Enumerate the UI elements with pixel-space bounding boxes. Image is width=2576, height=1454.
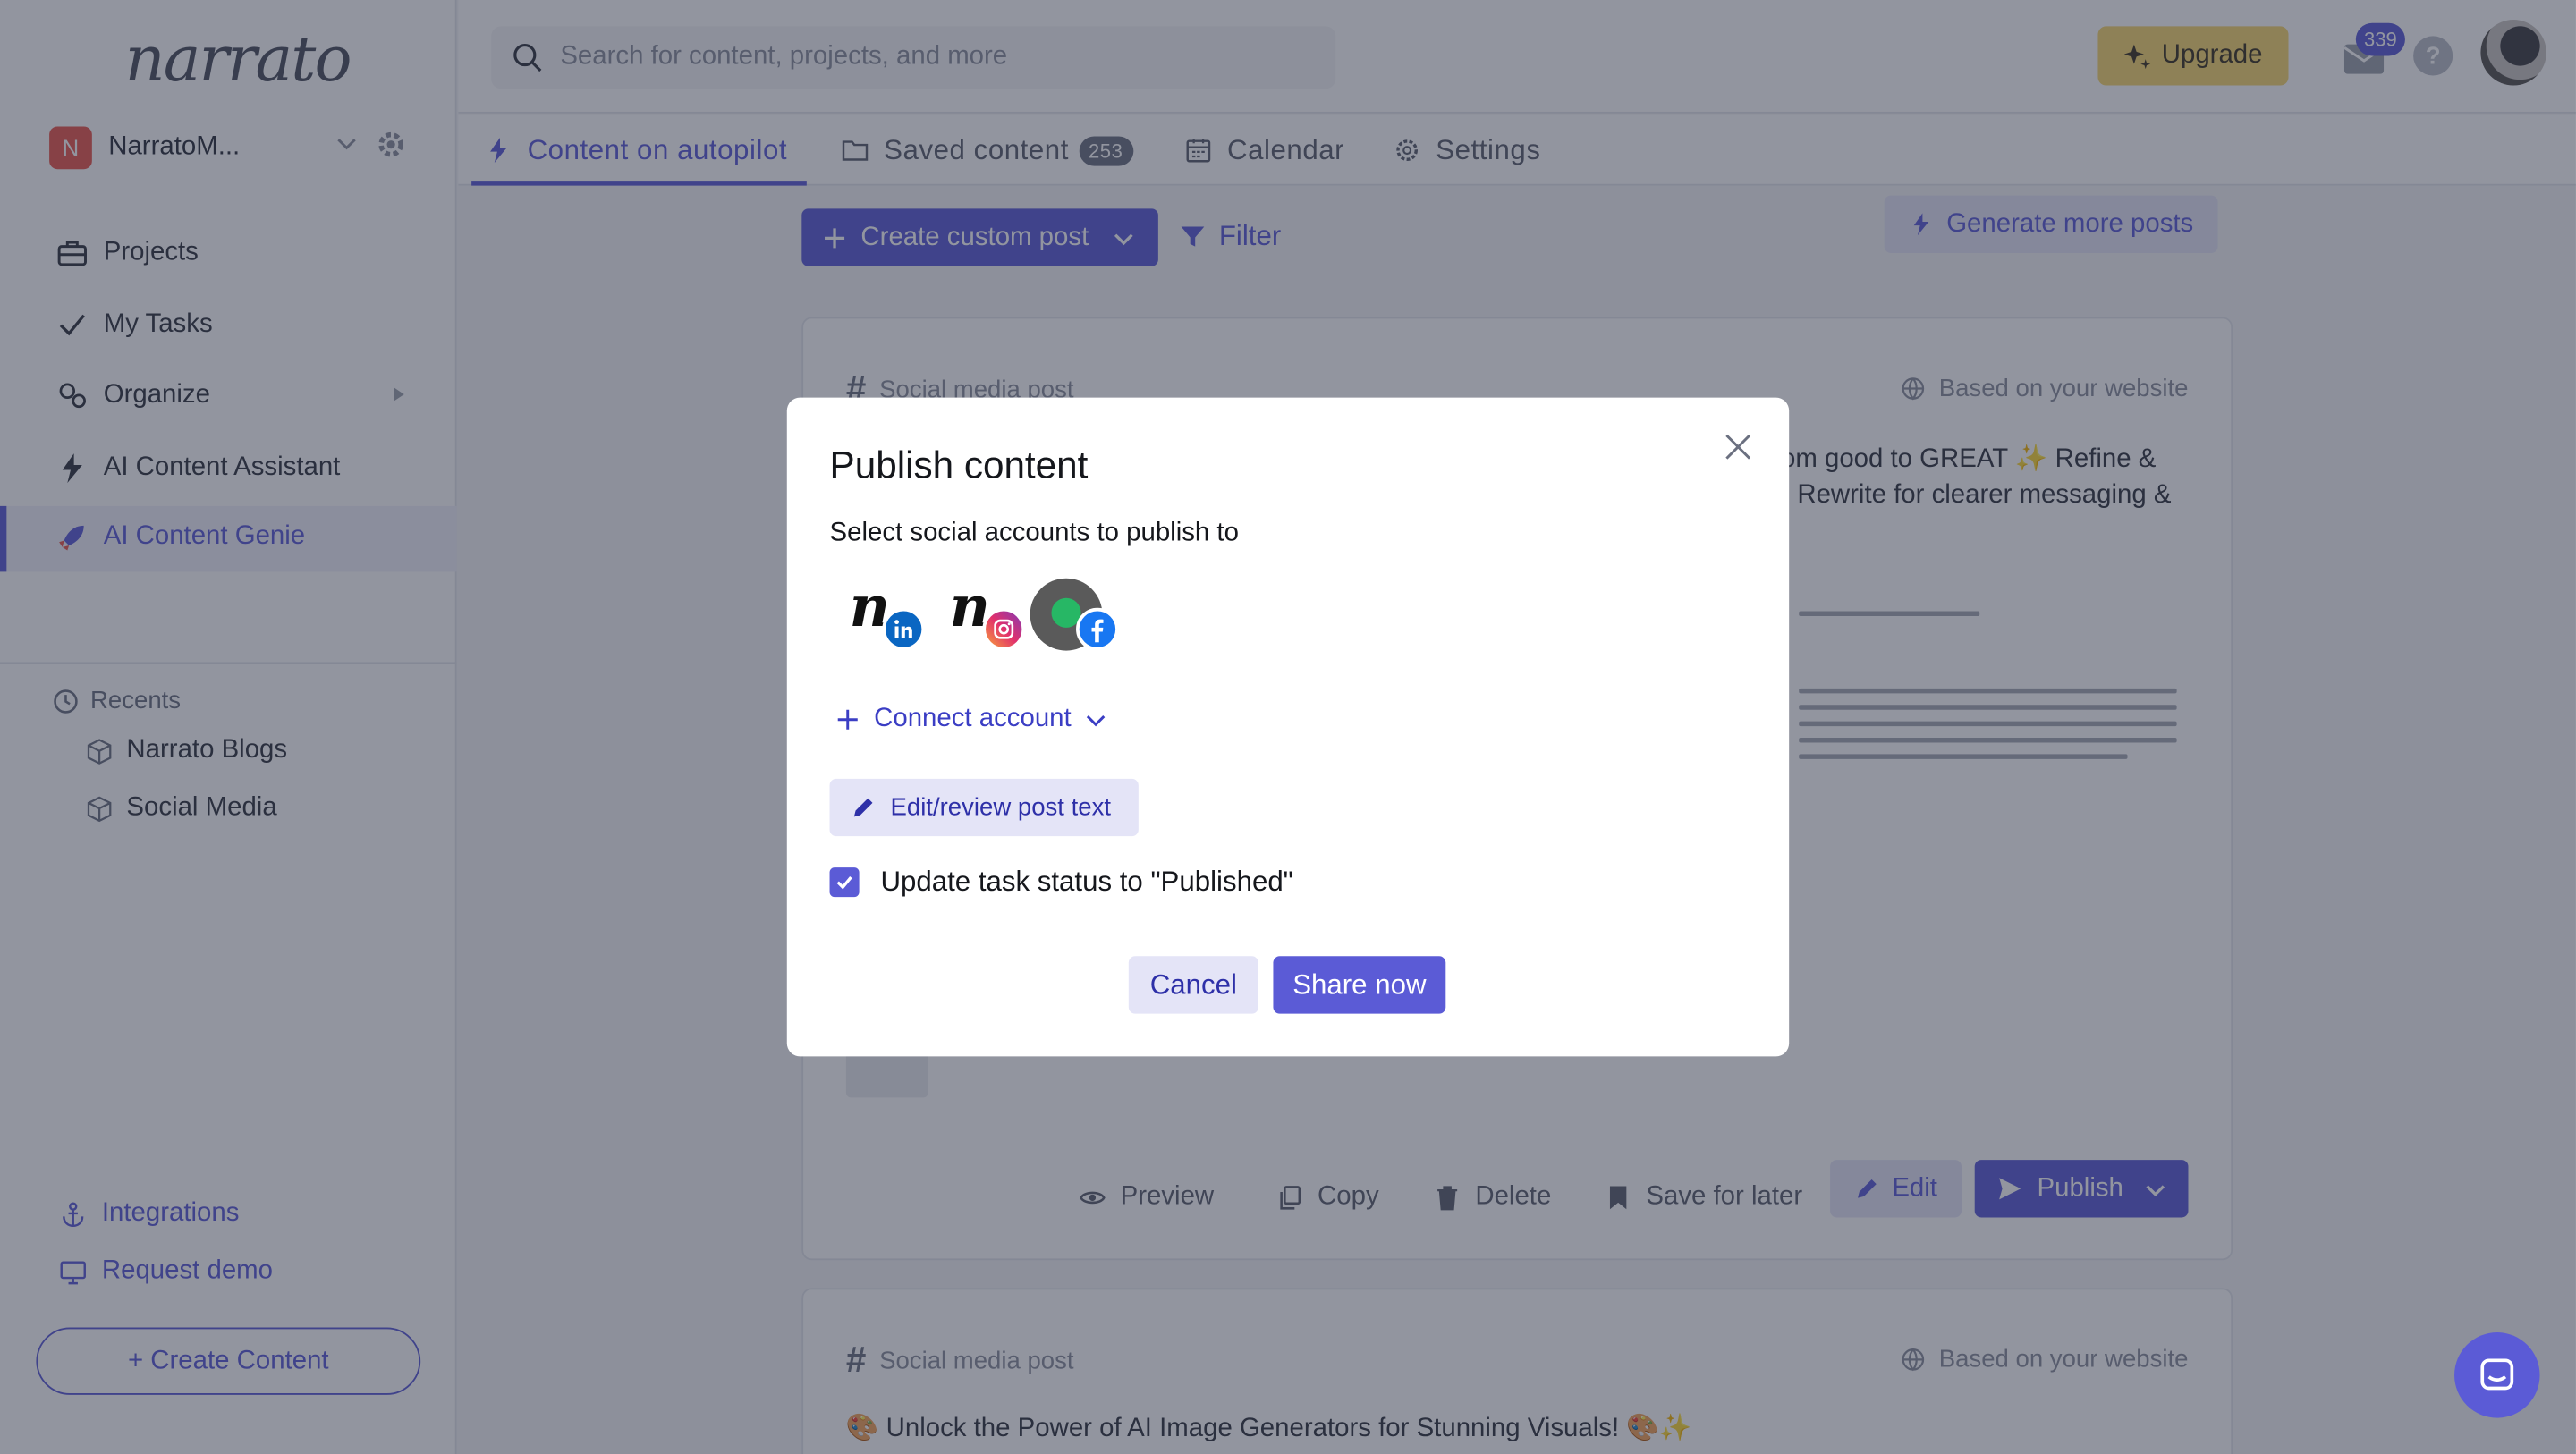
- plus-icon: [837, 709, 858, 730]
- close-icon[interactable]: [1722, 430, 1755, 463]
- account-linkedin[interactable]: n: [836, 575, 926, 655]
- app-root: narrato N NarratoM... Projects My Tasks …: [0, 0, 2576, 1454]
- cancel-button[interactable]: Cancel: [1128, 956, 1258, 1014]
- publish-content-modal: Publish content Select social accounts t…: [786, 397, 1790, 1057]
- chat-support-button[interactable]: [2454, 1332, 2540, 1418]
- edit-review-label: Edit/review post text: [890, 793, 1112, 822]
- checkmark-icon: [836, 876, 852, 890]
- chat-icon: [2480, 1358, 2514, 1391]
- account-instagram[interactable]: n: [936, 575, 1026, 655]
- connect-account-label: Connect account: [874, 705, 1072, 733]
- edit-review-post-text-button[interactable]: Edit/review post text: [829, 778, 1139, 837]
- facebook-icon: [1076, 607, 1119, 651]
- chevron-down-icon: [1086, 715, 1106, 727]
- connect-account-button[interactable]: Connect account: [836, 705, 1107, 734]
- linkedin-icon: [882, 607, 926, 651]
- modal-subtitle: Select social accounts to publish to: [829, 519, 1239, 547]
- update-status-checkbox[interactable]: [829, 867, 860, 898]
- update-status-label[interactable]: Update task status to "Published": [880, 866, 1292, 899]
- modal-title: Publish content: [829, 444, 1089, 486]
- instagram-icon: [982, 607, 1026, 651]
- pencil-icon: [853, 798, 873, 817]
- share-now-button[interactable]: Share now: [1273, 956, 1446, 1014]
- account-facebook[interactable]: [1030, 578, 1119, 655]
